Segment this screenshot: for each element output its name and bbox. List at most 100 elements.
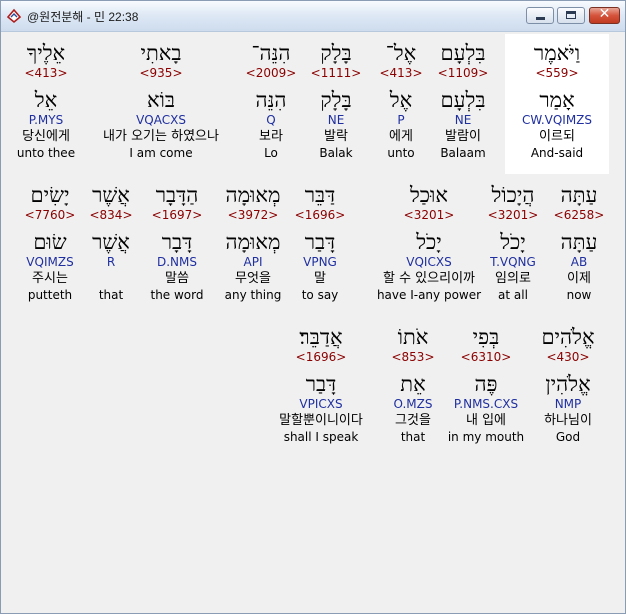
hebrew-word: אֵלֶיךָ: [26, 41, 66, 65]
hebrew-word: אֲשֶׁר: [92, 183, 130, 207]
word-cell[interactable]: אֹתוֹ <853> אֵת O.MZS 그것을 that: [385, 318, 441, 458]
word-cell[interactable]: יָשִׂים <7760> שׂוּם VQIMZS 주시는 putteth: [14, 176, 86, 316]
lexical-form: אָמַר: [539, 88, 575, 112]
parsing-code: P.NMS.CXS: [453, 397, 519, 411]
lexical-form: אֵת: [400, 372, 426, 396]
minimize-icon: [536, 17, 545, 20]
hebrew-word: עַתָּה: [560, 183, 598, 207]
hebrew-word: אֹתוֹ: [397, 325, 429, 349]
korean-gloss: 말할뿐이니이다: [279, 413, 363, 428]
strong-number: <834>: [89, 208, 133, 222]
strong-number: <1696>: [294, 208, 346, 222]
hebrew-word: מְאוּמָה: [225, 183, 281, 207]
parsing-code: O.MZS: [393, 397, 433, 411]
hebrew-word: בְּפִי: [472, 325, 500, 349]
english-gloss: Lo: [264, 146, 278, 160]
parsing-code: R: [106, 255, 116, 269]
korean-gloss: 말씀: [165, 271, 189, 286]
word-cell[interactable]: אֶל־ <413> אֶל P 에게 unto: [375, 34, 427, 174]
hebrew-word: אוּכַל: [409, 183, 449, 207]
english-gloss: And-said: [530, 146, 584, 160]
app-window: @원전분해 - 민 22:38 ✕ וַיֹּאמֶר <559> אָמַר CW.…: [0, 0, 626, 614]
english-gloss: God: [555, 430, 581, 444]
parsing-code: VPICXS: [299, 397, 343, 411]
english-gloss: Balak: [319, 146, 353, 160]
english-gloss: Balaam: [440, 146, 486, 160]
english-gloss: unto: [387, 146, 415, 160]
lexical-form: אֲשֶׁר: [92, 230, 130, 254]
word-cell[interactable]: בָאתִי <935> בּוֹא VQACXS 내가 오기는 하였으나 I am co…: [86, 34, 236, 174]
strong-number: <3972>: [227, 208, 279, 222]
close-button[interactable]: ✕: [589, 6, 620, 24]
strong-number: <1697>: [151, 208, 203, 222]
english-gloss: in my mouth: [447, 430, 525, 444]
parsing-code: NE: [454, 113, 472, 127]
korean-gloss: 당신에게: [22, 129, 70, 144]
english-gloss: the word: [150, 288, 204, 302]
english-gloss: to say: [301, 288, 339, 302]
parsing-code: VQICXS: [406, 255, 452, 269]
korean-gloss: 내 입에: [465, 413, 506, 428]
word-cell[interactable]: מְאוּמָה <3972> מְאוּמָה API 무엇을 any thing: [217, 176, 289, 316]
parsing-code: VQACXS: [136, 113, 186, 127]
app-icon: [6, 8, 22, 24]
word-cell[interactable]: בְּפִי <6310> פֶּה P.NMS.CXS 내 입에 in my mouth: [444, 318, 528, 458]
lexical-form: דָּבַר: [305, 372, 337, 396]
word-cell[interactable]: וַיֹּאמֶר <559> אָמַר CW.VQIMZS 이르되 And-said: [505, 34, 609, 174]
strong-number: <413>: [379, 66, 423, 80]
english-gloss: that: [400, 430, 426, 444]
hebrew-word: בָּלָק: [320, 41, 352, 65]
hebrew-word: דַּבֵּר: [304, 183, 336, 207]
parsing-code: VQIMZS: [26, 255, 74, 269]
korean-gloss: 보라: [259, 129, 283, 144]
english-gloss: shall I speak: [283, 430, 359, 444]
word-cell[interactable]: אוּכַל <3201> יָכֹל VQICXS 할 수 있으리이까 have I-a…: [369, 176, 489, 316]
word-cell[interactable]: בָּלָק <1111> בָּלָק NE 발락 Balak: [306, 34, 366, 174]
strong-number: <3201>: [403, 208, 455, 222]
korean-gloss: 이제: [567, 271, 591, 286]
lexical-form: אֵל: [34, 88, 58, 112]
hebrew-word: אֶל־: [385, 41, 417, 65]
window-title: @원전분해 - 민 22:38: [27, 10, 139, 24]
word-cell[interactable]: אֱלֹהִים <430> אֱלֹהִין NMP 하나님이 God: [533, 318, 603, 458]
strong-number: <6258>: [553, 208, 605, 222]
word-cell[interactable]: הִנֵּה־ <2009> הִנֵּה Q 보라 Lo: [245, 34, 297, 174]
hebrew-word: וַיֹּאמֶר: [533, 41, 581, 65]
word-cell[interactable]: בִּלְעָם <1109> בִּלְעָם NE 발람이 Balaam: [432, 34, 494, 174]
english-gloss: I am come: [129, 146, 193, 160]
minimize-button[interactable]: [526, 7, 554, 24]
title-bar[interactable]: @원전분해 - 민 22:38 ✕: [1, 1, 625, 32]
parsing-code: Q: [266, 113, 276, 127]
korean-gloss: 하나님이: [544, 413, 592, 428]
lexical-form: דָּבָר: [161, 230, 193, 254]
word-cell[interactable]: דַּבֵּר <1696> דָּבַר VPNG 말 to say: [294, 176, 346, 316]
korean-gloss: 그것을: [395, 413, 431, 428]
hebrew-word: בִּלְעָם: [440, 41, 486, 65]
hebrew-word: הַדָּבָר: [155, 183, 199, 207]
strong-number: <413>: [24, 66, 68, 80]
maximize-button[interactable]: [557, 7, 585, 24]
korean-gloss: 말: [314, 271, 326, 286]
strong-number: <559>: [535, 66, 579, 80]
english-gloss: have I-any power: [376, 288, 482, 302]
korean-gloss: [85, 271, 137, 288]
maximize-icon: [566, 11, 576, 19]
korean-gloss: 할 수 있으리이까: [383, 271, 475, 286]
parsing-code: P: [397, 113, 405, 127]
strong-number: <430>: [546, 350, 590, 364]
lexical-form: מְאוּמָה: [225, 230, 281, 254]
parsing-code: VPNG: [303, 255, 337, 269]
lexical-form: שׂוּם: [33, 230, 67, 254]
word-cell[interactable]: אֵלֶיךָ <413> אֵל P.MYS 당신에게 unto thee: [7, 34, 85, 174]
parsing-code: NE: [327, 113, 345, 127]
lexical-form: בּוֹא: [146, 88, 176, 112]
word-cell[interactable]: אֲשֶׁר <834> אֲשֶׁר Rthat: [85, 176, 137, 316]
word-cell[interactable]: הַדָּבָר <1697> דָּבָר D.NMS 말씀 the word: [143, 176, 211, 316]
word-cell[interactable]: עַתָּה <6258> עַתָּה AB 이제 now: [550, 176, 608, 316]
english-gloss: putteth: [27, 288, 73, 302]
korean-gloss: 에게: [389, 129, 413, 144]
strong-number: <2009>: [245, 66, 297, 80]
word-cell[interactable]: אֲדַבֵּר׃ <1696> דָּבַר VPICXS 말할뿐이니이다 shall …: [269, 318, 373, 458]
lexical-form: יָכֹל: [416, 230, 442, 254]
hebrew-word: בָאתִי: [140, 41, 182, 65]
